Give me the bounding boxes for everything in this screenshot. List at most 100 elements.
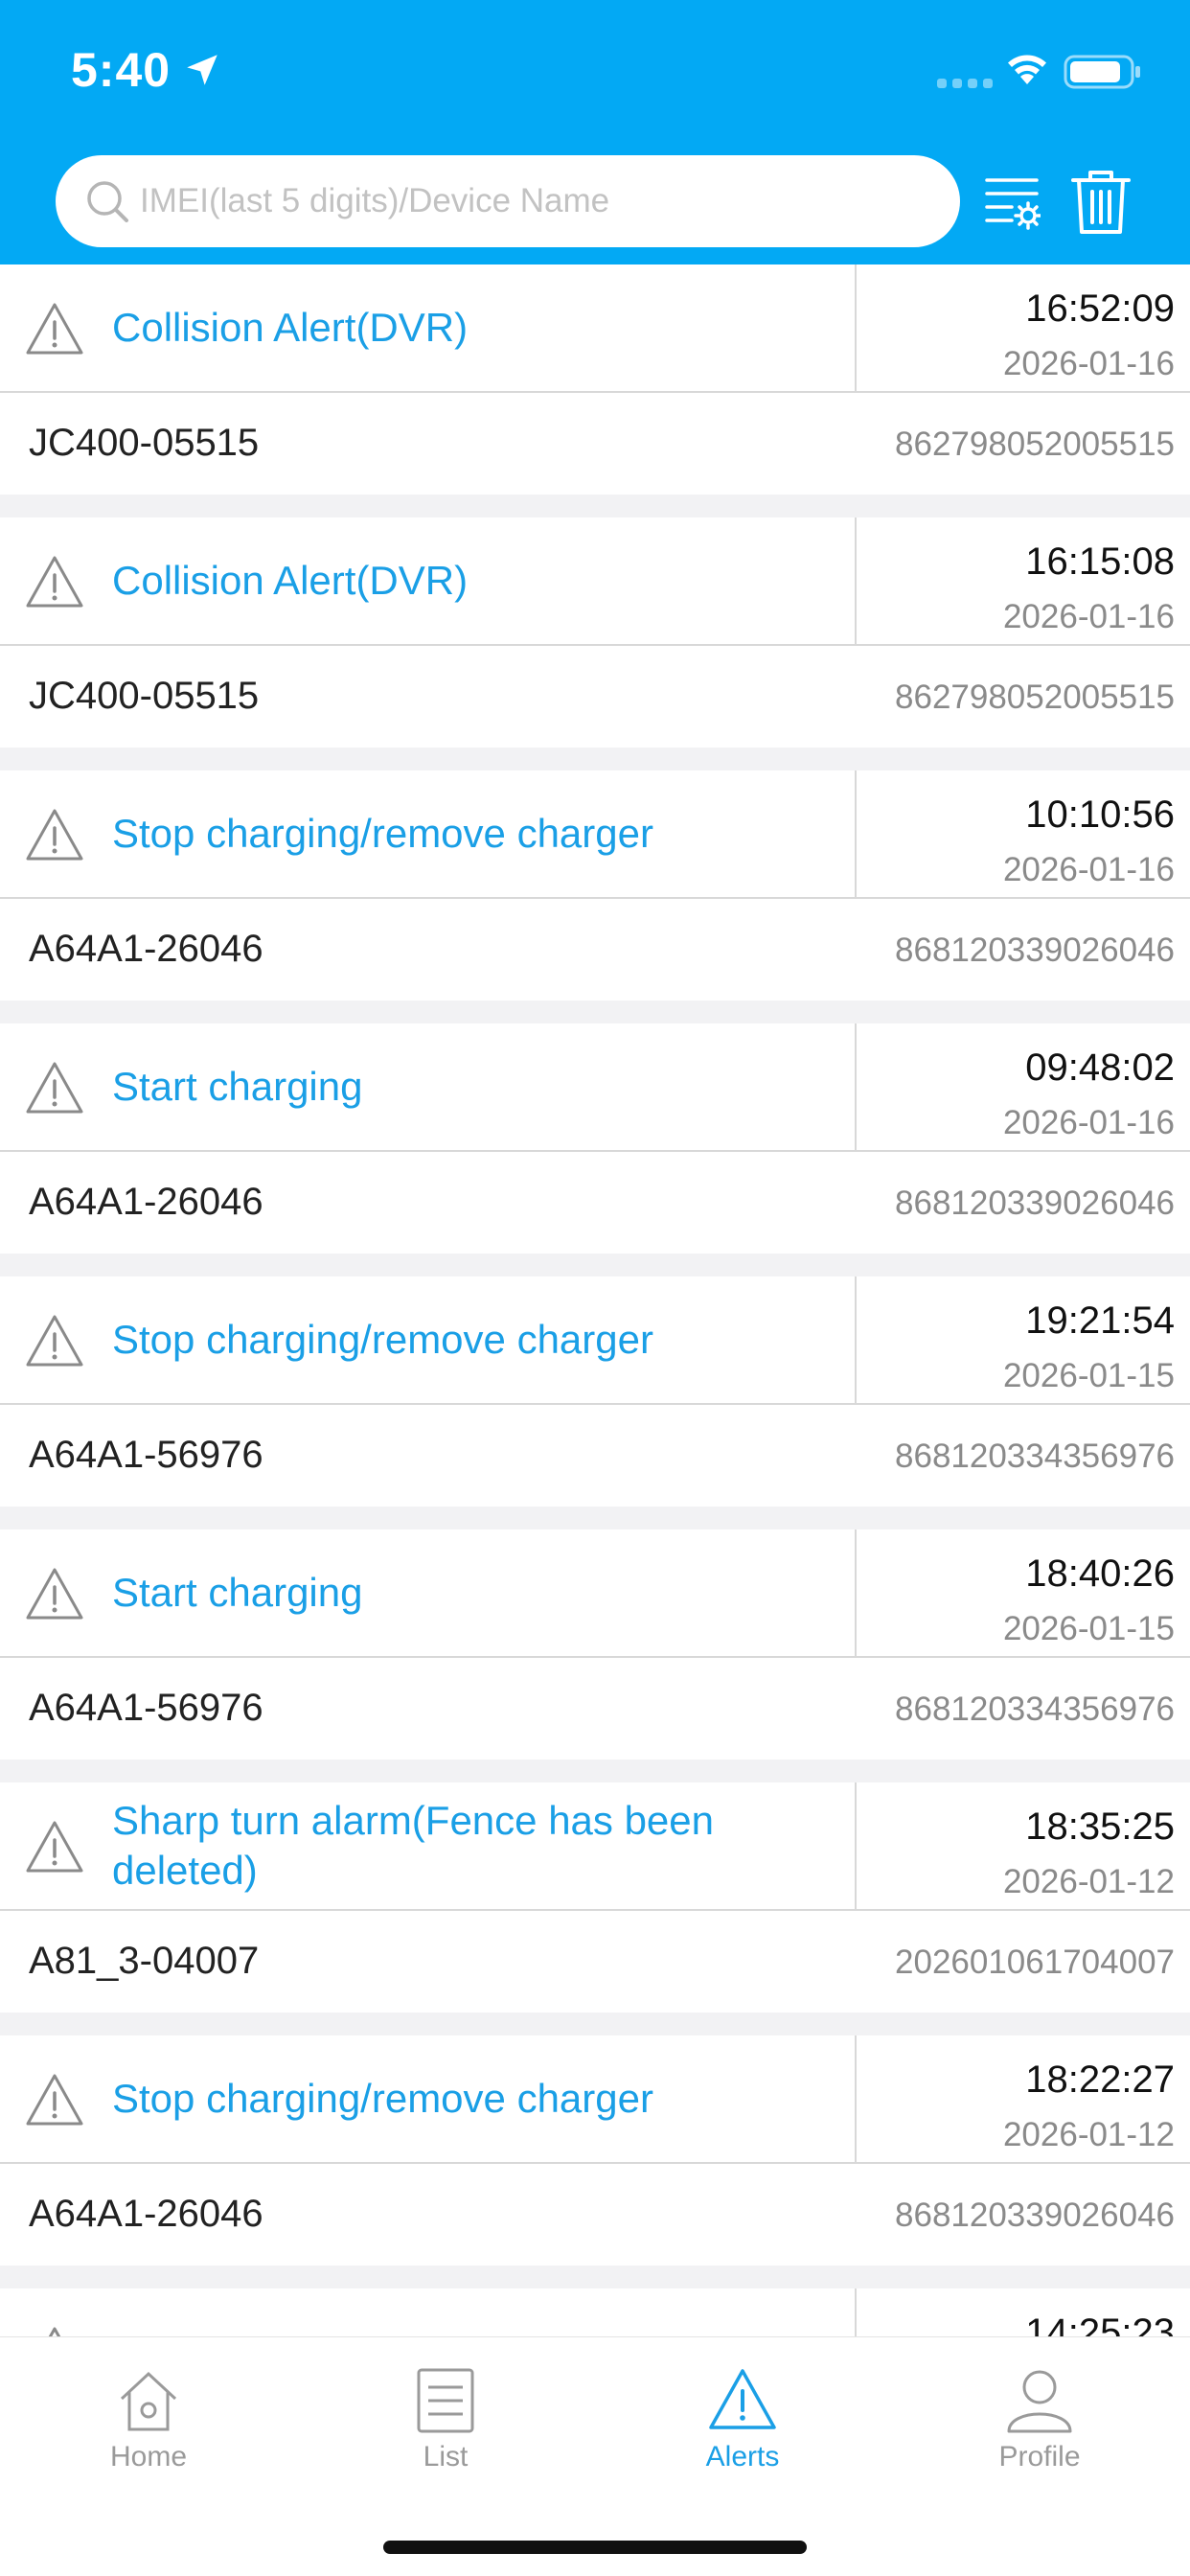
alert-card-device: A64A1-26046 868120339026046 xyxy=(0,1152,1190,1254)
tab-alerts[interactable]: Alerts xyxy=(594,2337,891,2500)
device-name: JC400-05515 xyxy=(29,422,260,464)
alert-time: 18:40:26 xyxy=(1025,1552,1175,1595)
device-name: A64A1-26046 xyxy=(29,1181,263,1223)
alert-card-device: A64A1-56976 868120334356976 xyxy=(0,1658,1190,1760)
tab-list[interactable]: List xyxy=(297,2337,594,2500)
alert-time: 16:15:08 xyxy=(1025,540,1175,583)
home-indicator[interactable] xyxy=(383,2541,807,2554)
device-name: A64A1-56976 xyxy=(29,1687,263,1729)
alert-title: Collision Alert(DVR) xyxy=(112,558,469,603)
tab-alerts-label: Alerts xyxy=(705,2441,780,2472)
device-imei: 868120334356976 xyxy=(895,1690,1175,1728)
tab-home[interactable]: Home xyxy=(0,2337,297,2500)
alert-date: 2026-01-16 xyxy=(1002,1104,1175,1141)
alert-card-header: Start charging 09:48:02 2026-01-16 xyxy=(0,1024,1190,1152)
column-divider xyxy=(855,2288,857,2336)
alert-card[interactable]: Sharp turn alarm(Fence has been deleted)… xyxy=(0,1782,1190,2012)
device-imei: 862798052005515 xyxy=(895,678,1175,716)
alert-card[interactable]: Start charging 09:48:02 2026-01-16 A64A1-26… xyxy=(0,1024,1190,1254)
warning-icon xyxy=(26,809,83,861)
tab-profile-label: Profile xyxy=(998,2441,1081,2472)
alert-time: 09:48:02 xyxy=(1025,1046,1175,1089)
alert-card[interactable]: Stop charging/remove charger 10:10:56 2026… xyxy=(0,770,1190,1000)
alert-card[interactable]: Stop charging/remove charger 19:21:54 2026… xyxy=(0,1276,1190,1506)
alert-time: 10:10:56 xyxy=(1025,794,1175,836)
device-imei: 868120339026046 xyxy=(895,1184,1175,1222)
search-bar[interactable] xyxy=(56,155,960,247)
filter-settings-icon[interactable] xyxy=(983,171,1041,234)
column-divider xyxy=(855,264,857,391)
alert-time: 19:21:54 xyxy=(1025,1300,1175,1342)
warning-icon xyxy=(26,303,83,355)
alert-card-header: Stop charging/remove charger 18:22:27 2026… xyxy=(0,2036,1190,2164)
list-icon xyxy=(417,2368,474,2433)
alert-card-header: Start charging 18:40:26 2026-01-15 xyxy=(0,1530,1190,1658)
alert-card[interactable]: Collision Alert(DVR) 16:52:09 2026-01-16 JC… xyxy=(0,264,1190,494)
column-divider xyxy=(855,2036,857,2162)
alert-date: 2026-01-15 xyxy=(1002,1357,1175,1394)
alert-card-header: Collision Alert(DVR) 16:15:08 2026-01-16 xyxy=(0,518,1190,646)
alert-title: Collision Alert(DVR) xyxy=(112,305,469,350)
wifi-icon xyxy=(1008,55,1046,84)
alert-date: 2026-01-15 xyxy=(1002,1610,1175,1647)
alert-date: 2026-01-16 xyxy=(1002,598,1175,635)
alert-card-header: Stop charging/remove charger 10:10:56 2026… xyxy=(0,770,1190,899)
alert-card-device: JC400-05515 862798052005515 xyxy=(0,646,1190,748)
alert-title: Stop charging/remove charger xyxy=(112,811,653,856)
warning-icon xyxy=(48,2327,61,2336)
alert-card-header: 14:25:23 xyxy=(0,2288,1190,2336)
alert-card-device: A81_3-04007 202601061704007 xyxy=(0,1911,1190,2012)
alert-time: 16:52:09 xyxy=(1025,288,1175,330)
alert-date: 2026-01-16 xyxy=(1002,851,1175,888)
alert-date: 2026-01-16 xyxy=(1002,345,1175,382)
column-divider xyxy=(855,1276,857,1403)
location-arrow-icon xyxy=(187,55,217,85)
alert-card-device: A64A1-26046 868120339026046 xyxy=(0,2164,1190,2266)
status-time: 5:40 xyxy=(71,43,172,97)
device-imei: 868120339026046 xyxy=(895,2196,1175,2234)
alert-card[interactable]: Start charging 18:40:26 2026-01-15 A64A1-56… xyxy=(0,1530,1190,1760)
alerts-screen: 5:40 IMEI(last 5 digits)/Device Name Col… xyxy=(0,0,1190,2576)
search-input[interactable] xyxy=(138,181,927,221)
column-divider xyxy=(855,518,857,644)
device-name: A64A1-56976 xyxy=(29,1434,263,1476)
device-imei: 868120339026046 xyxy=(895,932,1175,969)
alert-title: Start charging xyxy=(112,1064,363,1109)
warning-icon xyxy=(26,556,83,608)
alert-title: Stop charging/remove charger xyxy=(112,1317,653,1362)
header: 5:40 xyxy=(0,0,1190,264)
alert-card-device: A64A1-26046 868120339026046 xyxy=(0,899,1190,1000)
tab-profile[interactable]: Profile xyxy=(891,2337,1188,2500)
column-divider xyxy=(855,1782,857,1909)
home-icon xyxy=(120,2371,177,2431)
alert-list[interactable]: Collision Alert(DVR) 16:52:09 2026-01-16 JC… xyxy=(0,264,1190,2336)
alert-title: Stop charging/remove charger xyxy=(112,2076,653,2121)
alert-card-header: Stop charging/remove charger 19:21:54 2026… xyxy=(0,1276,1190,1405)
device-imei: 868120334356976 xyxy=(895,1438,1175,1475)
alert-date: 2026-01-12 xyxy=(1002,1863,1175,1900)
alert-title xyxy=(112,2288,725,2336)
alert-title: Sharp turn alarm(Fence has been deleted) xyxy=(112,1798,715,1893)
column-divider xyxy=(855,770,857,897)
device-name: A81_3-04007 xyxy=(29,1940,260,1982)
device-name: A64A1-26046 xyxy=(29,928,263,970)
battery-icon xyxy=(1064,55,1140,89)
alert-card[interactable]: Stop charging/remove charger 18:22:27 2026… xyxy=(0,2036,1190,2266)
column-divider xyxy=(855,1530,857,1656)
alert-card-header: Collision Alert(DVR) 16:52:09 2026-01-16 xyxy=(0,264,1190,393)
alert-card-header: Sharp turn alarm(Fence has been deleted)… xyxy=(0,1782,1190,1911)
cellular-signal-icon xyxy=(937,79,993,88)
alert-time: 14:25:23 xyxy=(1025,2312,1175,2336)
warning-icon xyxy=(26,1315,83,1367)
device-name: JC400-05515 xyxy=(29,675,260,717)
alert-card[interactable]: 14:25:23 xyxy=(0,2288,1190,2336)
warning-icon xyxy=(26,1821,83,1873)
device-imei: 202601061704007 xyxy=(895,1944,1175,1981)
alert-card-device: A64A1-56976 868120334356976 xyxy=(0,1405,1190,1506)
warning-icon xyxy=(26,1062,83,1114)
alert-card[interactable]: Collision Alert(DVR) 16:15:08 2026-01-16 JC… xyxy=(0,518,1190,748)
profile-icon xyxy=(1007,2370,1072,2433)
trash-icon[interactable] xyxy=(1069,167,1133,236)
alert-date: 2026-01-12 xyxy=(1002,2116,1175,2153)
alert-time: 18:35:25 xyxy=(1025,1806,1175,1848)
